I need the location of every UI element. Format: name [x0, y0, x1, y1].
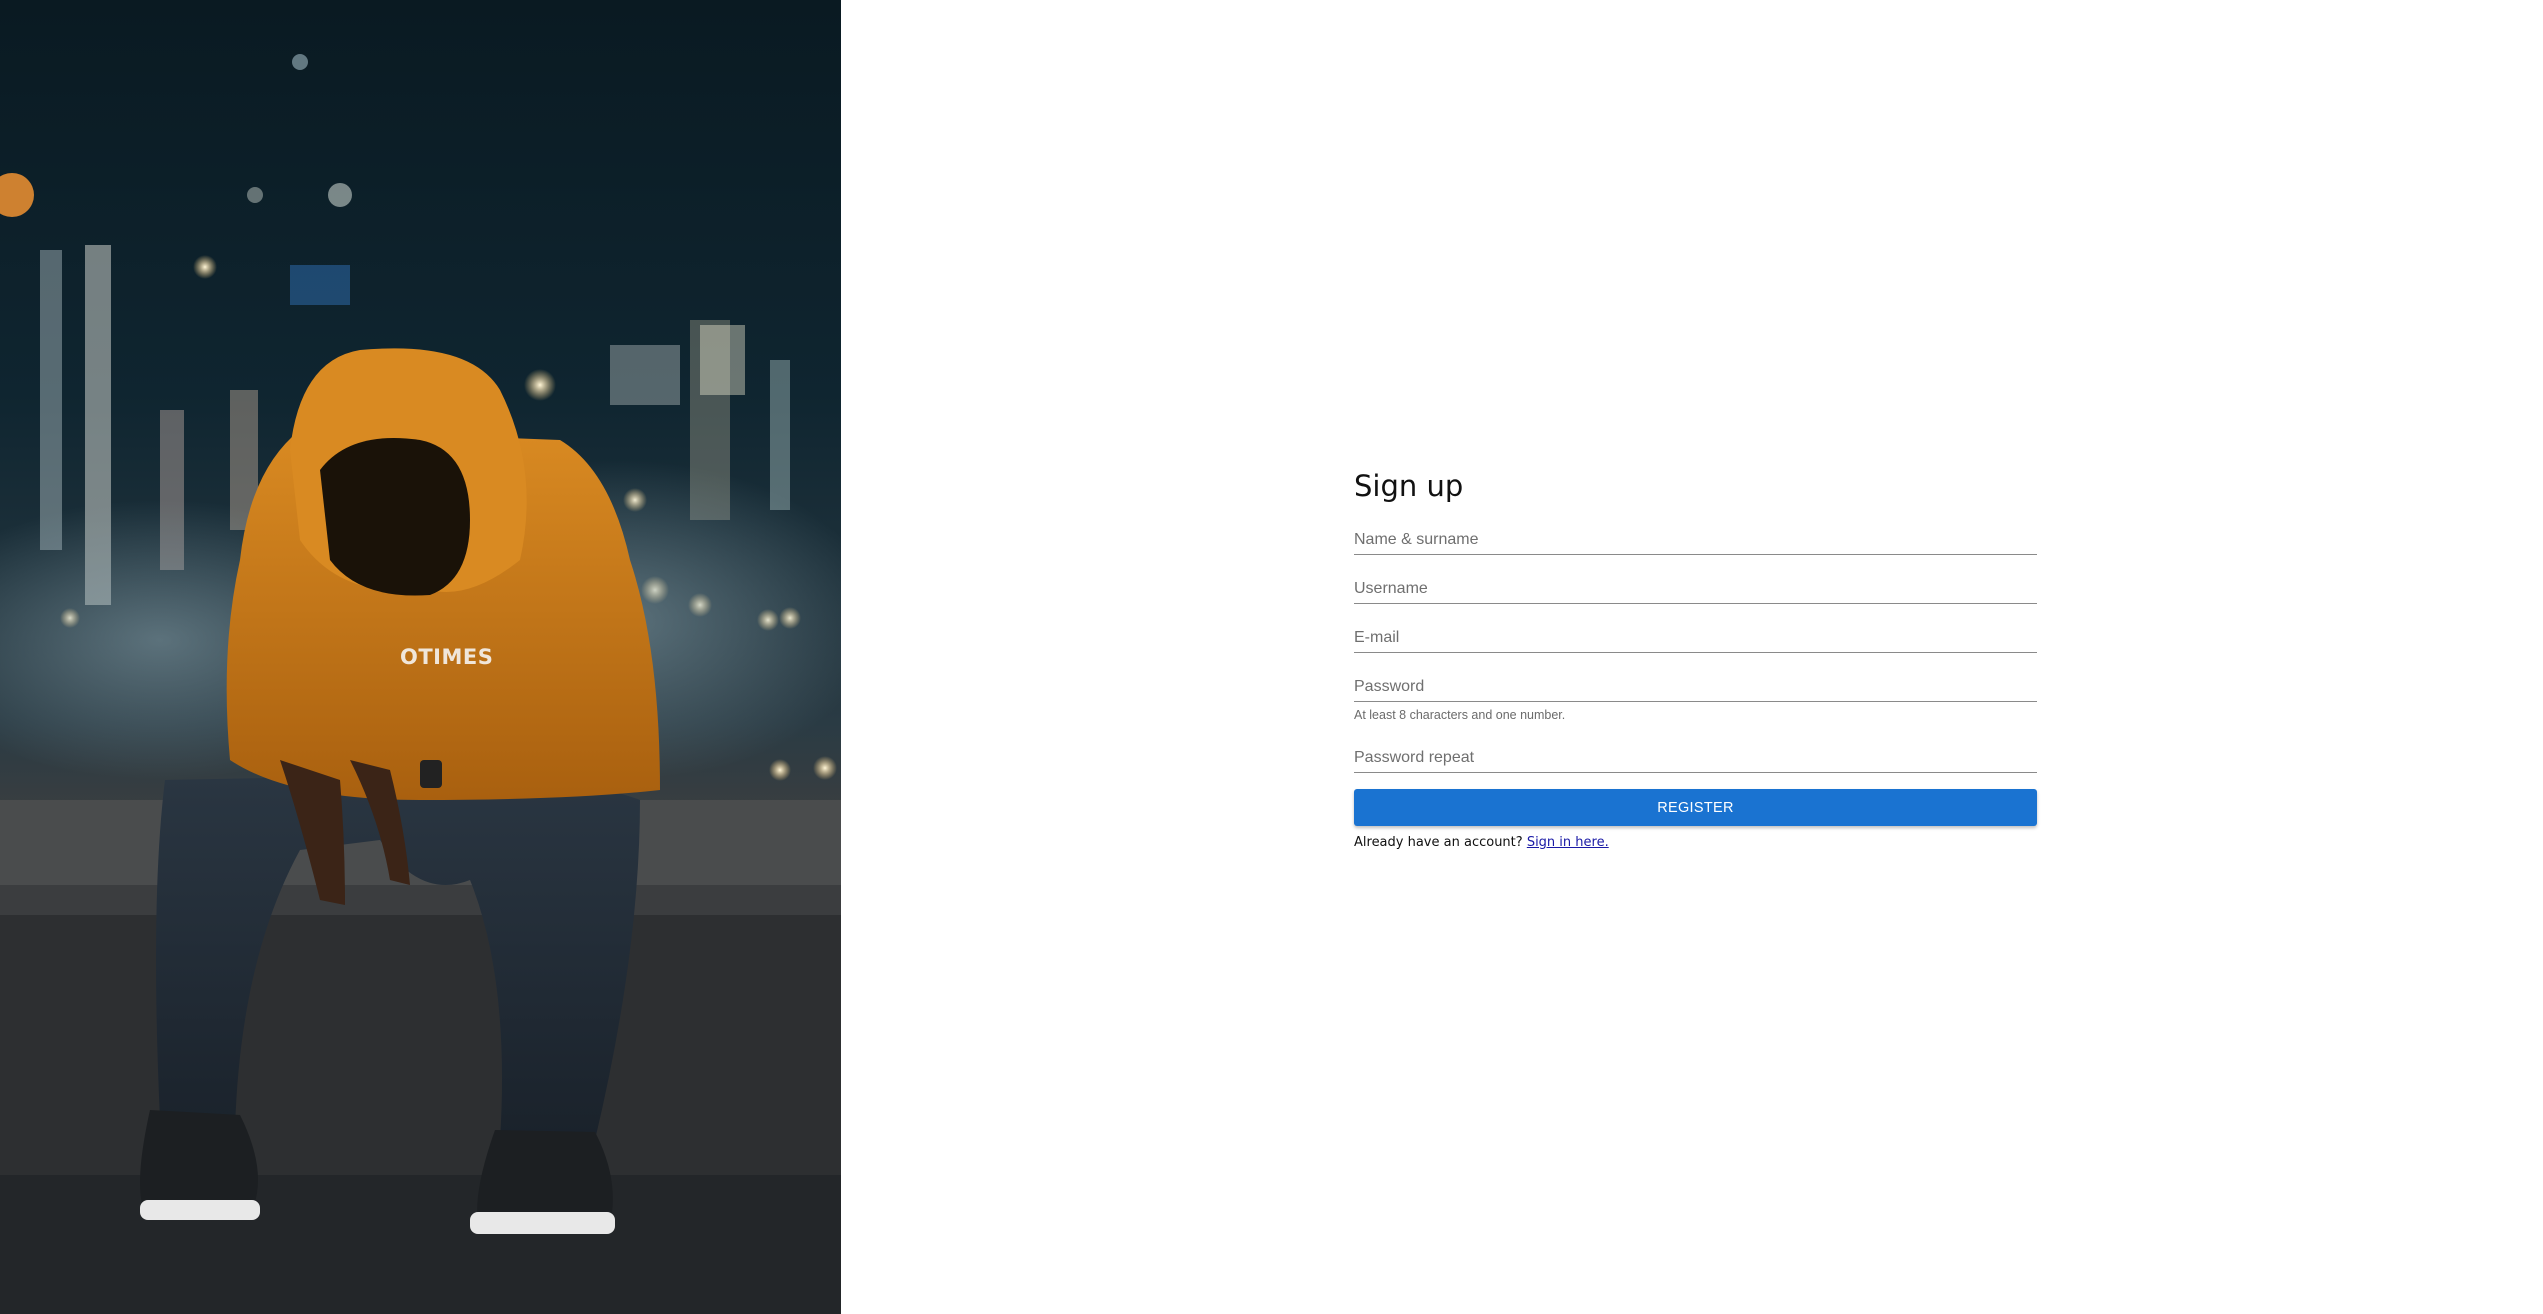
page: OTIMES Sign up At least 8 characters and… [0, 0, 2543, 1314]
name-surname-input[interactable] [1354, 528, 2037, 552]
signin-prompt: Already have an account? [1354, 835, 1523, 850]
password-input[interactable] [1354, 675, 2037, 699]
signup-form: Sign up At least 8 characters and one nu… [1354, 466, 2037, 850]
page-title: Sign up [1354, 469, 1464, 503]
username-input[interactable] [1354, 577, 2037, 601]
signin-link[interactable]: Sign in here. [1527, 835, 1609, 850]
register-button[interactable]: REGISTER [1354, 789, 2037, 826]
form-panel: Sign up At least 8 characters and one nu… [841, 0, 2543, 1314]
hero-photo: OTIMES [0, 0, 841, 1314]
email-field-container [1354, 618, 2037, 653]
password-repeat-input[interactable] [1354, 746, 2037, 770]
name-field-container [1354, 520, 2037, 555]
email-input[interactable] [1354, 626, 2037, 650]
username-field-container [1354, 569, 2037, 604]
password-repeat-field-container [1354, 738, 2037, 773]
password-hint: At least 8 characters and one number. [1354, 708, 1566, 722]
signin-row: Already have an account? Sign in here. [1354, 835, 2037, 850]
password-field-container [1354, 667, 2037, 702]
hoodie-print: OTIMES [400, 645, 494, 669]
